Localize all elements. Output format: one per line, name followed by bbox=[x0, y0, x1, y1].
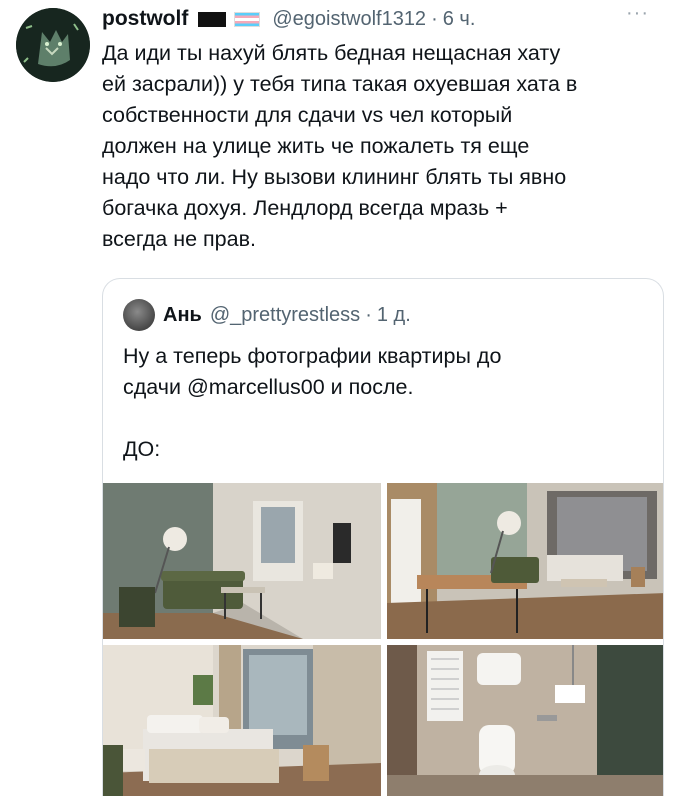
separator: · bbox=[365, 303, 372, 326]
quoted-tweet-header: Ань @_prettyrestless · 1 д. bbox=[123, 299, 411, 331]
photo-grid bbox=[103, 483, 663, 796]
quoted-tweet-text: Ну а теперь фотографии квартиры до сдачи… bbox=[123, 344, 502, 461]
wolf-avatar-image bbox=[16, 8, 90, 82]
tweet-time[interactable]: 6 ч. bbox=[443, 8, 476, 31]
photo-living-room[interactable] bbox=[103, 483, 381, 639]
photo-bathroom[interactable] bbox=[387, 645, 663, 796]
photo-bedroom[interactable] bbox=[103, 645, 381, 796]
photo-studio-dining[interactable] bbox=[387, 483, 663, 639]
author-avatar[interactable] bbox=[16, 8, 90, 82]
trans-flag-icon bbox=[234, 11, 261, 27]
more-options-icon[interactable]: ··· bbox=[626, 2, 649, 25]
quoted-tweet-time[interactable]: 1 д. bbox=[377, 304, 411, 327]
quoted-author-name[interactable]: Ань bbox=[163, 304, 202, 327]
tweet-text: Да иди ты нахуй блять бедная нещасная ха… bbox=[102, 41, 578, 251]
quoted-author-handle[interactable]: @_prettyrestless bbox=[210, 304, 360, 327]
quoted-author-avatar[interactable] bbox=[123, 299, 155, 331]
author-name[interactable]: postwolf bbox=[102, 7, 188, 31]
tweet-header: postwolf @egoistwolf1312 · 6 ч. bbox=[102, 4, 475, 34]
black-flag-icon bbox=[198, 11, 227, 27]
author-handle[interactable]: @egoistwolf1312 bbox=[272, 8, 426, 31]
quoted-tweet[interactable]: Ань @_prettyrestless · 1 д. Ну а теперь … bbox=[102, 278, 664, 796]
separator: · bbox=[431, 7, 438, 30]
